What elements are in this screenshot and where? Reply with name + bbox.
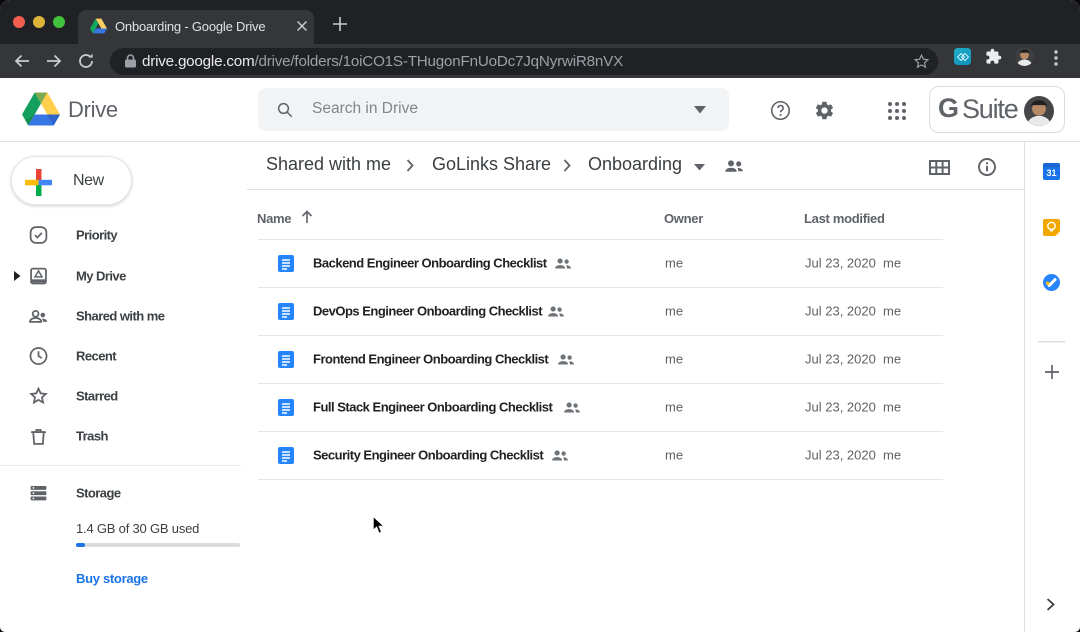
svg-text:31: 31 — [1046, 168, 1056, 178]
